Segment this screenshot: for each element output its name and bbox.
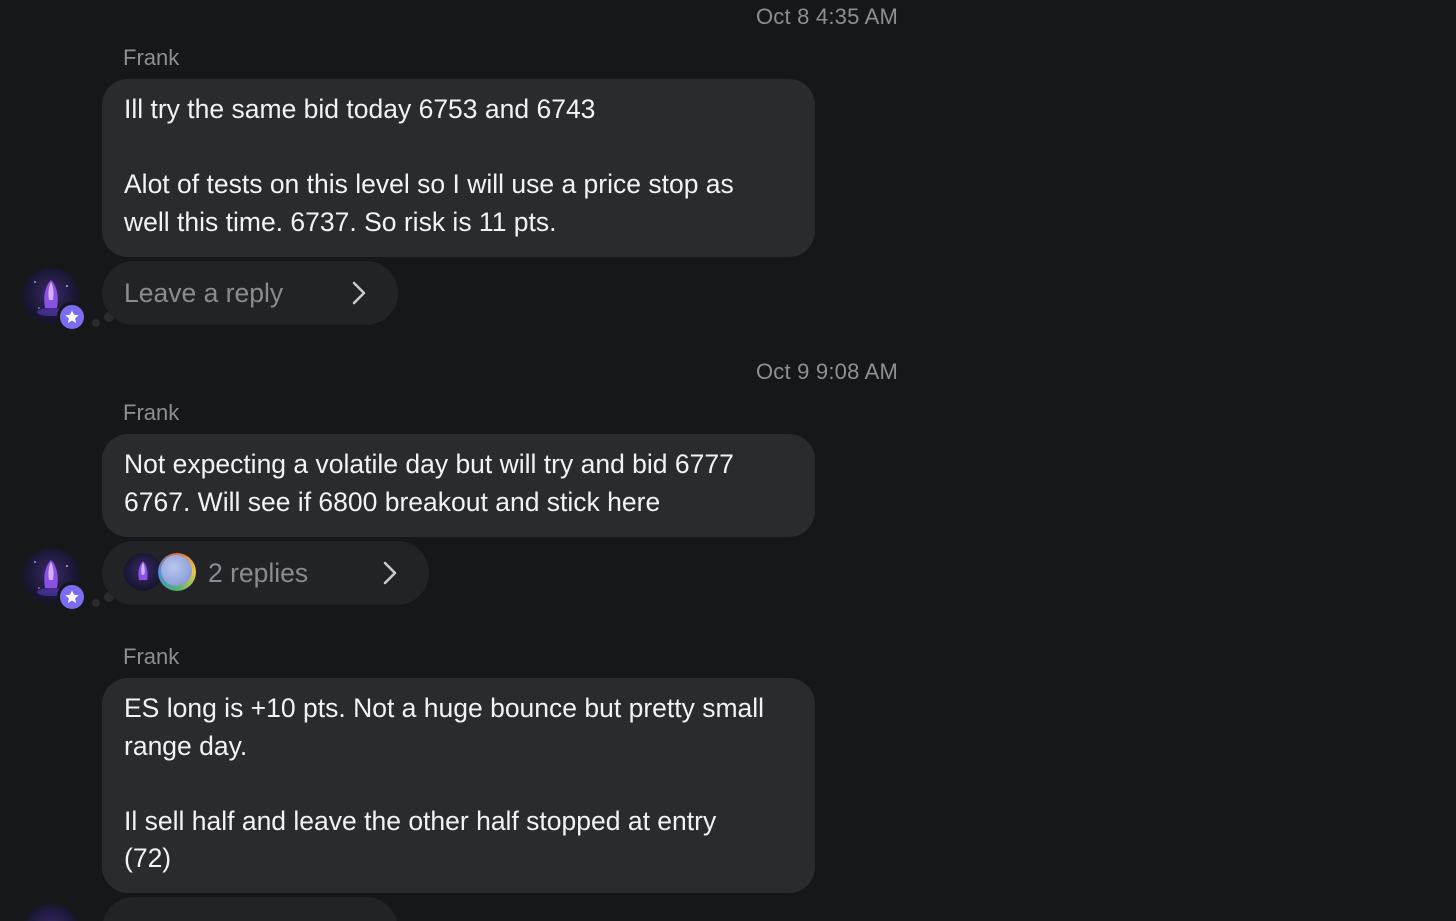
reply-pill-partial[interactable] xyxy=(102,897,398,921)
chevron-right-icon xyxy=(383,561,397,585)
thread-connector xyxy=(92,319,100,327)
reply-avatars xyxy=(124,553,204,593)
message-bubble: ES long is +10 pts. Not a huge bounce bu… xyxy=(102,678,815,893)
message-text: Not expecting a volatile day but will tr… xyxy=(124,449,734,517)
sender-name: Frank xyxy=(123,45,180,70)
avatar xyxy=(158,553,196,591)
star-badge-icon xyxy=(57,302,87,332)
message-text: Alot of tests on this level so I will us… xyxy=(124,169,734,237)
chevron-right-icon xyxy=(352,281,366,305)
message-bubble: Ill try the same bid today 6753 and 6743… xyxy=(102,79,815,257)
sender-name: Frank xyxy=(123,644,180,669)
leave-reply-button[interactable]: Leave a reply xyxy=(102,261,398,325)
thread-connector xyxy=(92,599,100,607)
reply-count-label: 2 replies xyxy=(208,557,309,588)
message-text: ES long is +10 pts. Not a huge bounce bu… xyxy=(124,693,765,761)
message-text: Il sell half and leave the other half st… xyxy=(124,805,717,874)
avatar xyxy=(124,553,162,591)
message-text: Ill try the same bid today 6753 and 6743 xyxy=(124,94,596,124)
timestamp: Oct 9 9:08 AM xyxy=(756,359,899,384)
avatar[interactable] xyxy=(23,904,79,921)
view-replies-button[interactable]: 2 replies xyxy=(102,541,429,605)
star-badge-icon xyxy=(57,582,87,612)
reply-label: Leave a reply xyxy=(124,277,284,308)
chat-thread: Oct 8 4:35 AM Frank Ill try the same bid… xyxy=(0,0,1456,921)
sender-name: Frank xyxy=(123,400,180,425)
message-bubble: Not expecting a volatile day but will tr… xyxy=(102,434,815,537)
timestamp: Oct 8 4:35 AM xyxy=(756,4,899,29)
